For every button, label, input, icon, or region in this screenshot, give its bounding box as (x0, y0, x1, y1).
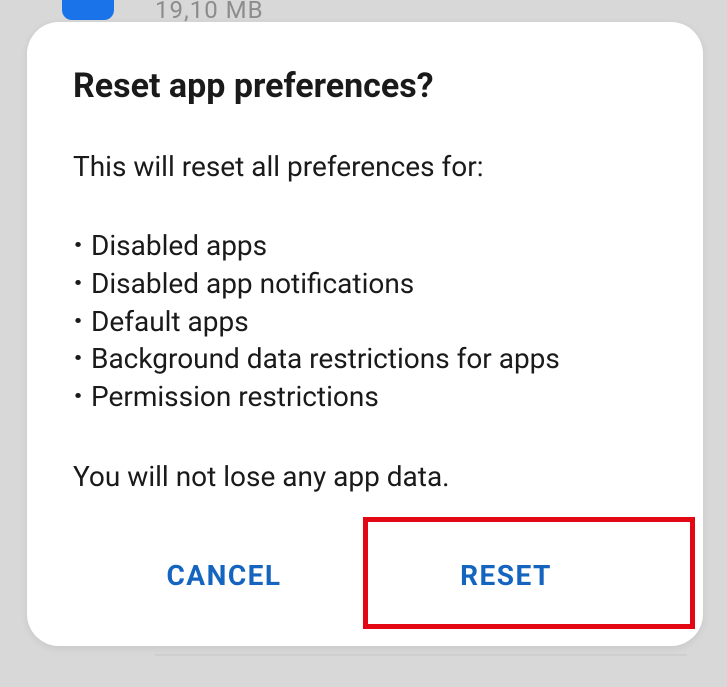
cancel-button[interactable]: CANCEL (83, 533, 365, 618)
list-item: Disabled apps (73, 227, 657, 265)
dialog-intro-text: This will reset all preferences for: (73, 150, 657, 183)
list-item: Default apps (73, 303, 657, 341)
dialog-actions: CANCEL RESET (73, 533, 657, 618)
list-item: Permission restrictions (73, 378, 657, 416)
list-item: Disabled app notifications (73, 265, 657, 303)
background-divider (155, 654, 687, 656)
reset-preferences-dialog: Reset app preferences? This will reset a… (27, 22, 703, 646)
background-app-size: 19,10 MB (155, 0, 264, 24)
dialog-title: Reset app preferences? (73, 66, 657, 106)
dialog-reset-list: Disabled apps Disabled app notifications… (73, 227, 657, 416)
list-item: Background data restrictions for apps (73, 340, 657, 378)
reset-button[interactable]: RESET (365, 533, 647, 618)
background-app-icon (62, 0, 114, 20)
dialog-footer-text: You will not lose any app data. (73, 460, 657, 493)
